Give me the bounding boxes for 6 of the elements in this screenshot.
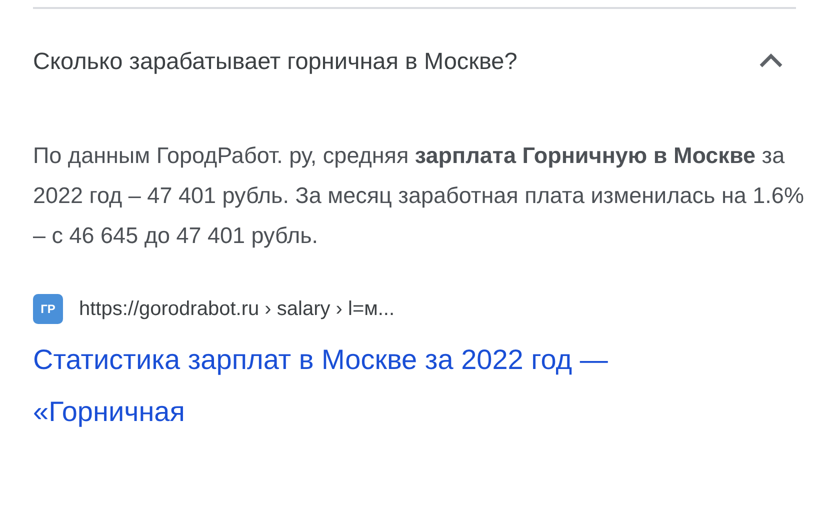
answer-text: По данным ГородРабот. ру, средняя зарплата Горничную в Москве за 2022 год – 47 401 рубль. За месяц заработная плата изменилась на 1.6% – с 46 645 до 47 401 рубль.	[33, 142, 805, 250]
result-title-link[interactable]: Статистика зарплат в Москве за 2022 год — «Горничная	[33, 334, 733, 438]
question-text: Сколько зарабатывает горничная в Москве?	[33, 48, 518, 74]
question-header[interactable]: Сколько зарабатывает горничная в Москве?	[33, 43, 796, 79]
site-favicon: ГР	[33, 294, 63, 324]
source-url: https://gorodrabot.ru › salary › l=м...	[79, 298, 395, 320]
